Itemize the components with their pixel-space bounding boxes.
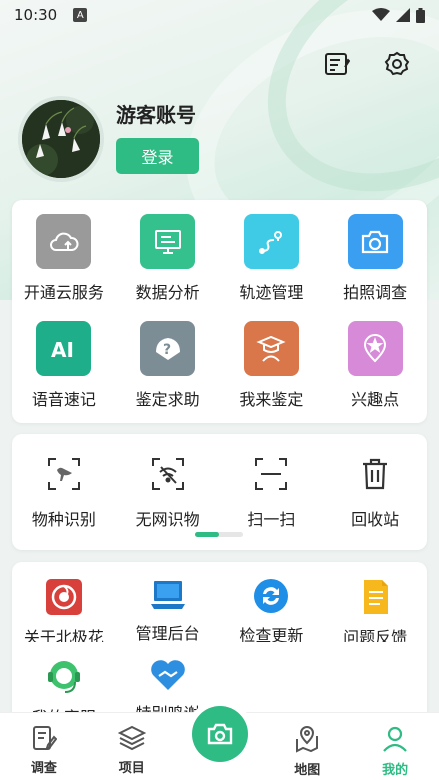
tile-help-leaf[interactable]: ? 鉴定求助 [116, 307, 220, 414]
profile-section: 游客账号 登录 [18, 96, 199, 182]
tab-map[interactable]: 地图 [263, 713, 351, 778]
tile-label: 检查更新 [239, 626, 304, 642]
svg-text:AI: AI [51, 338, 74, 361]
camera-icon [347, 214, 403, 269]
cloud-icon [36, 214, 92, 269]
poi-icon [347, 321, 403, 376]
survey-icon [31, 725, 58, 755]
more-card: 关于北极花管理后台检查更新问题反馈我的客服特别鸣谢 [12, 562, 427, 722]
tab-label: 调查 [30, 761, 57, 776]
trash-icon [355, 454, 395, 494]
map-icon [293, 725, 321, 757]
tab-user[interactable]: 我的 [351, 713, 439, 778]
tile-feedback-doc[interactable]: 问题反馈 [323, 562, 427, 642]
settings-button[interactable] [383, 50, 411, 78]
camera-icon [207, 723, 233, 745]
tile-flower-logo[interactable]: 关于北极花 [12, 562, 116, 642]
tab-label: 项目 [118, 761, 145, 776]
notification-icon: A [73, 8, 88, 22]
ai-icon: AI [36, 321, 92, 376]
tile-label: 兴趣点 [351, 390, 400, 409]
route-icon [243, 214, 299, 269]
tile-label: 开通云服务 [23, 283, 104, 302]
tile-cloud[interactable]: 开通云服务 [12, 200, 116, 307]
layers-icon [117, 725, 146, 755]
tile-label: 语音速记 [31, 390, 96, 409]
tile-label: 管理后台 [135, 624, 200, 642]
update-icon [252, 578, 290, 614]
user-icon [381, 725, 409, 757]
quick-actions-card: 物种识别 无网识物 扫一扫 回收站 [12, 434, 427, 550]
help-leaf-icon: ? [140, 321, 196, 376]
tile-update[interactable]: 检查更新 [220, 562, 324, 642]
tile-label: 无网识物 [135, 510, 200, 529]
tile-poi[interactable]: 兴趣点 [323, 307, 427, 414]
tile-offline-scan[interactable]: 无网识物 [116, 434, 220, 530]
tools-card: 开通云服务 数据分析 轨迹管理 拍照调查 AI 语音速记? 鉴定求助 我来鉴定 兴趣点 [12, 200, 427, 423]
laptop-icon [149, 578, 187, 612]
tile-ai[interactable]: AI 语音速记 [12, 307, 116, 414]
scan-icon [251, 454, 291, 494]
thanks-heart-icon [149, 658, 187, 692]
tile-expert[interactable]: 我来鉴定 [220, 307, 324, 414]
tile-camera[interactable]: 拍照调查 [323, 200, 427, 307]
page-indicator [195, 532, 243, 537]
tile-label: 鉴定求助 [135, 390, 200, 409]
tile-label: 问题反馈 [343, 628, 408, 642]
login-button[interactable]: 登录 [116, 137, 199, 174]
battery-icon [416, 7, 425, 23]
tile-bird-scan[interactable]: 物种识别 [12, 434, 116, 530]
tile-label: 回收站 [351, 510, 400, 529]
profile-name: 游客账号 [116, 102, 196, 127]
gear-icon [384, 51, 410, 76]
camera-fab-button[interactable] [192, 706, 248, 762]
avatar[interactable] [18, 96, 104, 182]
bird-scan-icon [44, 454, 84, 494]
signal-icon [396, 8, 410, 22]
notes-icon [325, 53, 350, 75]
tile-label: 拍照调查 [343, 283, 408, 302]
tab-survey[interactable]: 调查 [0, 713, 88, 776]
tile-label: 扫一扫 [247, 510, 296, 529]
tile-scan[interactable]: 扫一扫 [220, 434, 324, 530]
status-time: 10:30 [14, 6, 58, 24]
tile-label: 轨迹管理 [239, 283, 304, 302]
tile-label: 我来鉴定 [239, 390, 304, 409]
svg-text:?: ? [163, 342, 171, 358]
tile-label: 关于北极花 [23, 628, 104, 642]
wifi-icon [372, 8, 390, 21]
flower-logo-icon [45, 578, 83, 616]
status-bar: 10:30 A [0, 0, 439, 30]
tile-trash[interactable]: 回收站 [323, 434, 427, 530]
offline-scan-icon [148, 454, 188, 494]
service-icon [45, 658, 83, 696]
tile-label: 物种识别 [31, 510, 96, 529]
tile-chart-board[interactable]: 数据分析 [116, 200, 220, 307]
expert-icon [243, 321, 299, 376]
tile-label: 数据分析 [135, 283, 200, 302]
tile-service[interactable]: 我的客服 [12, 642, 116, 722]
tile-route[interactable]: 轨迹管理 [220, 200, 324, 307]
tab-label: 我的 [382, 763, 409, 778]
feedback-doc-icon [356, 578, 394, 616]
chart-board-icon [140, 214, 196, 269]
tab-label: 地图 [294, 763, 321, 778]
tile-laptop[interactable]: 管理后台 [116, 562, 220, 642]
notes-button[interactable] [323, 50, 351, 78]
tab-layers[interactable]: 项目 [88, 713, 176, 776]
